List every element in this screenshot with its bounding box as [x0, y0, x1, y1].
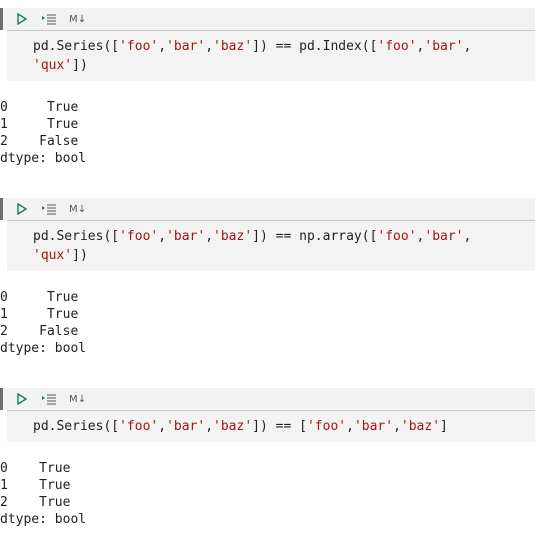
string-token: 'bar' [424, 39, 464, 54]
code-line: pd.Series(['foo','bar','baz']) == np.arr… [33, 227, 535, 246]
cell-toolbar: M↓ [0, 388, 535, 410]
string-token: 'bar' [424, 229, 464, 244]
cell-output: 0 True 1 True 2 False dtype: bool [0, 100, 87, 166]
execute-above-button[interactable] [41, 392, 57, 406]
play-icon [17, 393, 27, 405]
string-token: 'bar' [166, 419, 206, 434]
code-editor[interactable]: pd.Series(['foo','bar','baz']) == pd.Ind… [7, 30, 535, 81]
string-token: 'bar' [353, 419, 394, 434]
execute-above-icon [42, 394, 56, 405]
string-token: 'qux' [33, 58, 73, 73]
markdown-toggle-button[interactable]: M↓ [69, 14, 86, 25]
code-line: pd.Series(['foo','bar','baz']) == pd.Ind… [33, 37, 535, 56]
string-token: 'bar' [166, 39, 206, 54]
code-token: ]) == np.array([ [252, 229, 378, 244]
execute-above-button[interactable] [41, 202, 57, 216]
code-token: , [463, 39, 472, 54]
code-editor[interactable]: pd.Series(['foo','bar','baz']) == ['foo'… [7, 410, 535, 442]
markdown-toggle-button[interactable]: M↓ [69, 204, 86, 215]
code-line: pd.Series(['foo','bar','baz']) == ['foo'… [33, 417, 535, 436]
code-token: ]) [72, 58, 88, 73]
code-token: ] [440, 419, 448, 434]
string-token: 'foo' [377, 229, 417, 244]
code-token: , [205, 229, 214, 244]
code-token: , [205, 39, 214, 54]
code-token: , [158, 229, 167, 244]
execute-above-icon [42, 204, 56, 215]
code-token: , [158, 419, 167, 434]
string-token: 'foo' [119, 419, 159, 434]
code-token: , [463, 229, 472, 244]
code-token: ]) == pd.Index([ [252, 39, 378, 54]
string-token: 'foo' [306, 419, 347, 434]
code-token: pd.Series([ [33, 39, 120, 54]
code-token: , [393, 419, 401, 434]
cell-output: 0 True 1 True 2 False dtype: bool [0, 290, 87, 356]
code-token: ]) [72, 248, 88, 263]
run-cell-button[interactable] [15, 392, 29, 406]
string-token: 'qux' [33, 248, 73, 263]
run-cell-button[interactable] [15, 202, 29, 216]
string-token: 'foo' [119, 39, 159, 54]
play-icon [17, 203, 27, 215]
notebook-cell-1[interactable]: M↓ pd.Series(['foo','bar','baz']) == pd.… [0, 8, 535, 81]
string-token: 'baz' [213, 39, 253, 54]
code-token: , [346, 419, 354, 434]
run-cell-button[interactable] [15, 12, 29, 26]
markdown-toggle-button[interactable]: M↓ [69, 394, 86, 405]
code-token: , [205, 419, 214, 434]
play-icon [17, 13, 27, 25]
string-token: 'baz' [213, 419, 253, 434]
code-token: pd.Series([ [33, 419, 120, 434]
code-line: 'qux']) [33, 246, 535, 265]
cell-toolbar: M↓ [0, 198, 535, 220]
code-token: ]) == [ [252, 419, 307, 434]
string-token: 'foo' [377, 39, 417, 54]
notebook-cell-2[interactable]: M↓ pd.Series(['foo','bar','baz']) == np.… [0, 198, 535, 271]
notebook-cell-3[interactable]: M↓ pd.Series(['foo','bar','baz']) == ['f… [0, 388, 535, 442]
code-token: pd.Series([ [33, 229, 120, 244]
string-token: 'bar' [166, 229, 206, 244]
execute-above-button[interactable] [41, 12, 57, 26]
string-token: 'baz' [400, 419, 441, 434]
string-token: 'foo' [119, 229, 159, 244]
execute-above-icon [42, 14, 56, 25]
string-token: 'baz' [213, 229, 253, 244]
code-line: 'qux']) [33, 56, 535, 75]
cell-output: 0 True 1 True 2 True dtype: bool [0, 461, 87, 527]
code-editor[interactable]: pd.Series(['foo','bar','baz']) == np.arr… [7, 220, 535, 271]
code-token: , [158, 39, 167, 54]
cell-toolbar: M↓ [0, 8, 535, 30]
